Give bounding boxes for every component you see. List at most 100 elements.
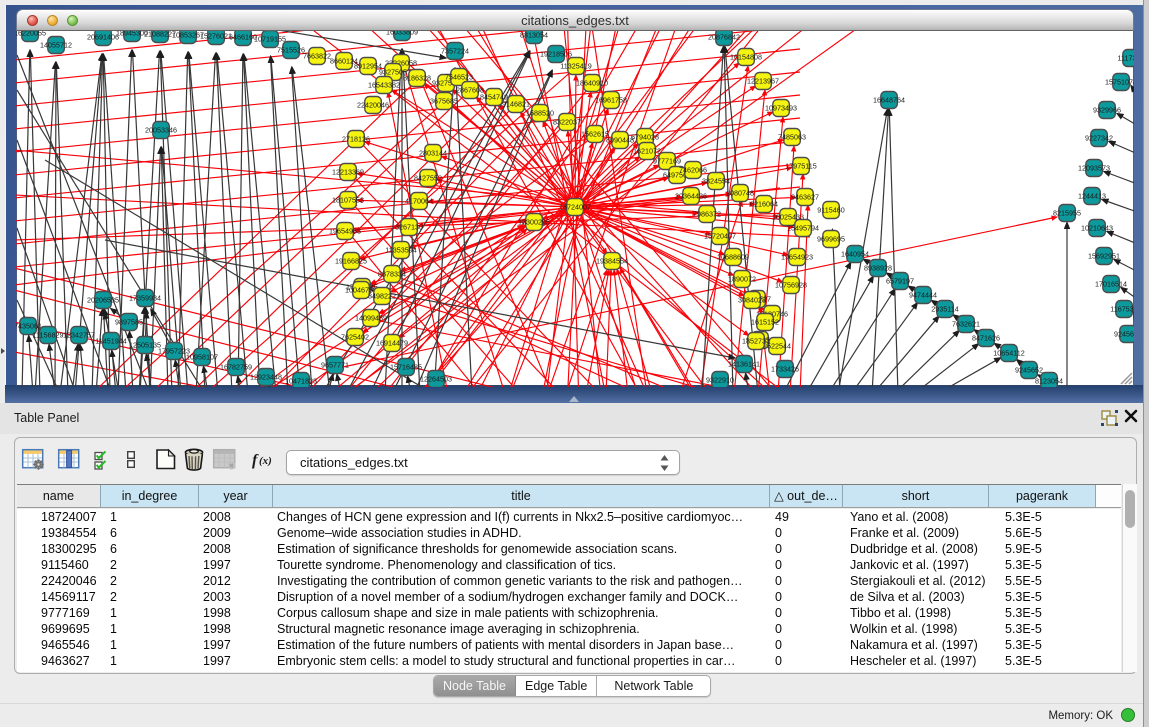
svg-text:10719155: 10719155 [254,34,286,43]
svg-text:11353594: 11353594 [385,245,416,254]
svg-text:6579197: 6579197 [886,276,914,285]
svg-text:15276021: 15276021 [200,31,232,40]
svg-text:2718126: 2718126 [342,134,370,143]
svg-text:8267130: 8267130 [395,222,423,231]
svg-text:15716485: 15716485 [390,362,422,371]
svg-text:11156829: 11156829 [33,330,64,339]
svg-text:20876842: 20876842 [708,32,740,41]
svg-text:8878334: 8878334 [378,269,406,278]
svg-text:8427552: 8427552 [414,173,442,182]
svg-text:9245618: 9245618 [1114,329,1134,338]
svg-text:9897585: 9897585 [115,317,143,326]
svg-text:16543382: 16543382 [368,80,400,89]
svg-text:7485063: 7485063 [778,132,806,141]
svg-text:1117333: 1117333 [1118,53,1134,62]
svg-text:22420046: 22420046 [357,100,389,109]
svg-text:16220055: 16220055 [16,31,46,37]
svg-text:8990448: 8990448 [606,135,634,144]
svg-text:10688609: 10688609 [717,252,749,261]
svg-text:f: f [252,452,259,469]
svg-text:7435061: 7435061 [16,321,42,330]
svg-text:19166825: 19166825 [335,256,367,265]
svg-text:8912954: 8912954 [354,61,382,70]
svg-text:12342757: 12342757 [63,330,95,339]
svg-text:8123054: 8123054 [1035,376,1063,385]
svg-text:1244413: 1244413 [1078,191,1106,200]
svg-text:20206535: 20206535 [87,295,119,304]
svg-text:6216064: 6216064 [750,199,778,208]
svg-text:20691406: 20691406 [87,32,119,41]
svg-text:9474444: 9474444 [909,290,937,299]
svg-text:8813054: 8813054 [520,31,548,39]
svg-text:16154808: 16154808 [730,52,762,61]
svg-text:12923448: 12923448 [250,372,282,381]
svg-text:1167533: 1167533 [1110,304,1134,313]
svg-text:19654983: 19654983 [329,226,361,235]
svg-text:18300295: 18300295 [518,217,550,226]
svg-text:12264503: 12264503 [420,374,452,383]
svg-text:9115460: 9115460 [817,205,844,214]
svg-text:9245652: 9245652 [1015,365,1043,374]
svg-text:10471823: 10471823 [285,376,317,385]
svg-text:14099489: 14099489 [355,313,387,322]
svg-text:12505135: 12505135 [129,340,161,349]
svg-text:1080748: 1080748 [726,188,754,197]
svg-text:8322037: 8322037 [553,117,581,126]
svg-text:9699695: 9699695 [817,234,845,243]
svg-text:17016514: 17016514 [1095,279,1127,288]
svg-text:15751074: 15751074 [1105,77,1134,86]
svg-text:7357224: 7357224 [441,46,469,55]
svg-text:8938928: 8938928 [864,263,892,272]
svg-text:19218506: 19218506 [540,49,572,58]
svg-text:12213967: 12213967 [747,76,779,85]
svg-text:1615152: 1615152 [751,317,779,326]
svg-text:12093573: 12093573 [1078,163,1110,172]
svg-text:20053346: 20053346 [145,125,177,134]
svg-text:16961758: 16961758 [595,95,627,104]
svg-text:1640954: 1640954 [841,249,869,258]
svg-text:16782759: 16782759 [220,362,252,371]
svg-text:11451944: 11451944 [95,336,126,345]
svg-text:10958107: 10958107 [186,352,218,361]
svg-text:10210643: 10210643 [1081,223,1113,232]
svg-text:11325419: 11325419 [560,61,591,70]
svg-text:7625402: 7625402 [341,332,369,341]
svg-text:1588520: 1588520 [526,108,554,117]
svg-text:8186328: 8186328 [403,73,431,82]
svg-text:16033809: 16033809 [386,31,418,36]
svg-text:1621072: 1621072 [633,146,661,155]
svg-text:15495794: 15495794 [787,223,819,232]
svg-text:9227342: 9227342 [1085,133,1113,142]
svg-text:16914479: 16914479 [376,338,408,347]
svg-text:1852733: 1852733 [742,336,770,345]
svg-text:10756928: 10756928 [775,280,807,289]
svg-text:18107553: 18107553 [332,195,364,204]
svg-text:10973493: 10973493 [765,103,797,112]
svg-text:19384554: 19384554 [596,256,628,265]
svg-text:10654112: 10654112 [993,348,1024,357]
svg-text:7462066: 7462066 [679,165,707,174]
svg-text:6794028: 6794028 [631,132,659,141]
svg-text:9463627: 9463627 [791,192,819,201]
svg-text:16648764: 16648764 [873,95,905,104]
svg-text:1562615: 1562615 [581,129,609,138]
svg-text:15692951: 15692951 [1088,251,1120,260]
svg-text:3824554: 3824554 [702,176,730,185]
svg-text:14136141: 14136141 [728,359,760,368]
svg-text:7632621: 7632621 [952,319,980,328]
svg-text:18640910: 18640910 [576,78,608,87]
svg-text:7663822: 7663822 [303,51,331,60]
svg-text:9146821: 9146821 [502,99,530,108]
svg-text:14055712: 14055712 [40,40,72,49]
svg-text:8215955: 8215955 [1053,208,1081,217]
svg-text:19654923: 19654923 [781,252,813,261]
svg-text:15720407: 15720407 [704,231,736,240]
svg-text:4170064: 4170064 [405,196,433,205]
svg-text:3675685: 3675685 [430,96,458,105]
svg-text:7515526: 7515526 [277,45,305,54]
svg-text:6466160: 6466160 [229,32,257,41]
svg-text:2803144: 2803144 [419,148,447,157]
svg-text:2935114: 2935114 [931,304,958,313]
svg-text:17359934: 17359934 [129,293,161,302]
svg-text:9329966: 9329966 [1093,105,1121,114]
